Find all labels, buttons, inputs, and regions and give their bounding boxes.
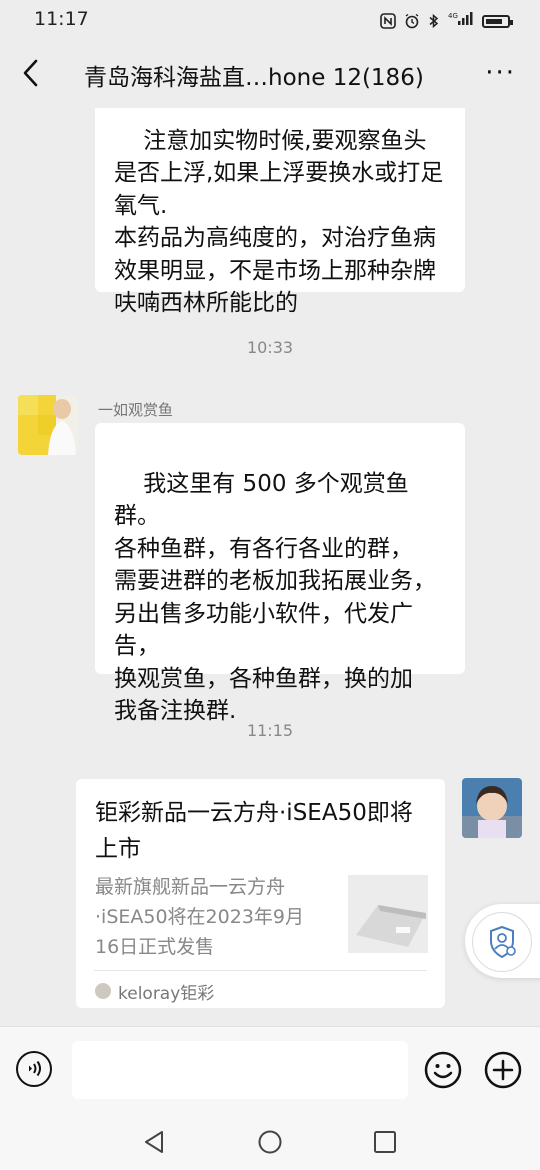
link-card-title: 钜彩新品一云方舟·iSEA50即将上市 xyxy=(95,800,413,862)
nav-recent-apps-button[interactable] xyxy=(372,1129,398,1155)
nav-home-button[interactable] xyxy=(257,1129,283,1155)
signal-4g-icon: 4G xyxy=(448,10,474,32)
square-recents-icon xyxy=(374,1131,396,1153)
chat-title: 青岛海科海盐直…hone 12(186) xyxy=(84,65,424,91)
link-card-source: keloray钜彩 xyxy=(118,984,215,1004)
timestamp: 11:15 xyxy=(246,721,294,740)
divider xyxy=(94,970,427,971)
emoji-icon xyxy=(424,1051,462,1089)
voice-button[interactable] xyxy=(16,1051,52,1087)
nav-back-button[interactable] xyxy=(142,1129,168,1155)
system-navigation-bar xyxy=(0,1112,540,1170)
timestamp: 10:33 xyxy=(246,338,294,357)
link-card[interactable]: 钜彩新品一云方舟·iSEA50即将上市 最新旗舰新品一云方舟·iSEA50将在2… xyxy=(76,779,445,1008)
back-button[interactable] xyxy=(16,56,46,90)
status-time: 11:17 xyxy=(34,8,89,30)
sender-name: 一如观赏鱼 xyxy=(98,401,174,419)
more-options-button[interactable]: ··· xyxy=(485,58,516,88)
input-bar xyxy=(0,1026,540,1113)
voice-icon xyxy=(29,1060,41,1077)
link-card-description: 最新旗舰新品一云方舟·iSEA50将在2023年9月16日正式发售 xyxy=(95,876,305,958)
source-logo-icon xyxy=(95,983,111,999)
message-text: 我这里有 500 多个观赏鱼群。 各种鱼群，有各行各业的群， 需要进群的老板加我… xyxy=(114,470,436,725)
floating-button-circle xyxy=(472,912,532,972)
status-bar: 11:17 4G xyxy=(0,0,540,40)
message-input[interactable] xyxy=(72,1041,408,1099)
floating-security-button[interactable] xyxy=(465,904,540,978)
battery-icon xyxy=(482,14,513,28)
more-functions-button[interactable] xyxy=(484,1051,522,1089)
chat-messages[interactable]: 注意加实物时候,要观察鱼头是否上浮,如果上浮要换水或打足氧气. 本药品为高纯度的… xyxy=(0,108,540,1026)
plus-icon xyxy=(484,1051,522,1089)
triangle-back-icon xyxy=(145,1131,163,1153)
my-avatar[interactable] xyxy=(462,778,522,838)
network-label: 4G xyxy=(448,12,458,20)
emoji-button[interactable] xyxy=(424,1051,462,1089)
nfc-icon xyxy=(380,13,396,29)
bluetooth-icon xyxy=(429,13,439,29)
chevron-left-icon xyxy=(23,59,38,87)
message-bubble[interactable]: 我这里有 500 多个观赏鱼群。 各种鱼群，有各行各业的群， 需要进群的老板加我… xyxy=(95,423,465,724)
circle-home-icon xyxy=(258,1130,282,1154)
alarm-icon xyxy=(405,13,419,29)
shield-user-icon xyxy=(490,925,516,959)
link-card-thumbnail xyxy=(348,875,428,953)
status-icons: 4G xyxy=(380,10,513,32)
message-bubble[interactable]: 注意加实物时候,要观察鱼头是否上浮,如果上浮要换水或打足氧气. 本药品为高纯度的… xyxy=(95,108,465,316)
message-text: 注意加实物时候,要观察鱼头是否上浮,如果上浮要换水或打足氧气. 本药品为高纯度的… xyxy=(114,127,444,317)
sender-avatar[interactable] xyxy=(18,395,78,455)
chat-header: 青岛海科海盐直…hone 12(186) ··· xyxy=(0,40,540,108)
